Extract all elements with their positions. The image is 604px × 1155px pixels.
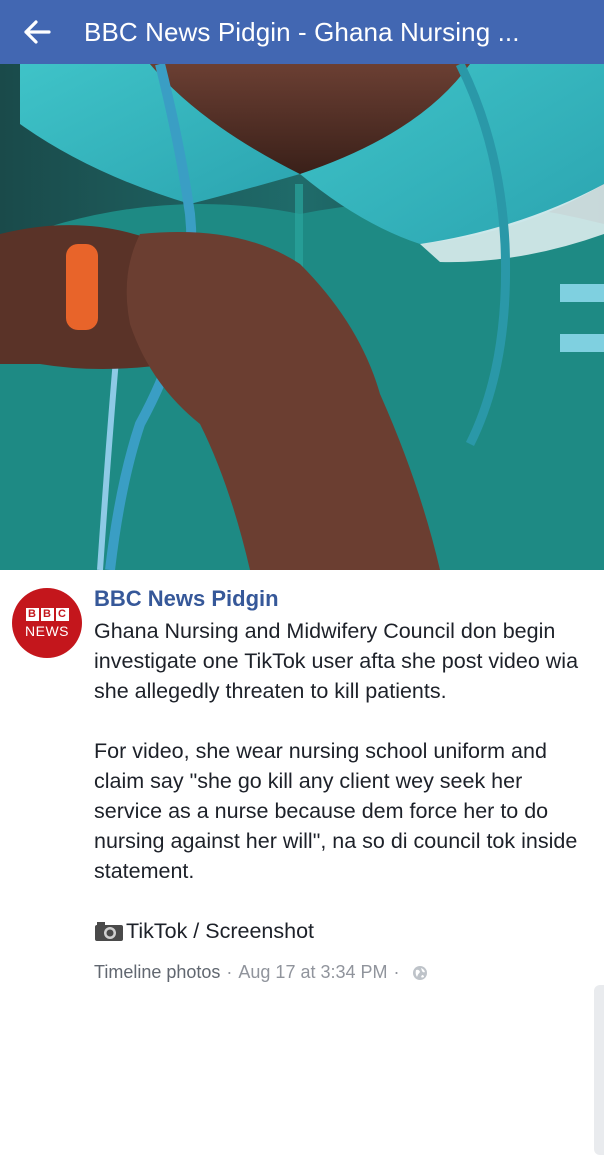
arrow-left-icon — [24, 20, 51, 44]
logo-letter: C — [55, 608, 69, 621]
globe-icon — [412, 965, 427, 980]
post-paragraph: For video, she wear nursing school unifo… — [94, 739, 578, 883]
back-button[interactable] — [0, 0, 74, 64]
post-photo[interactable] — [0, 64, 604, 570]
avatar[interactable]: B B C NEWS — [12, 588, 82, 658]
top-bar: BBC News Pidgin - Ghana Nursing ... — [0, 0, 604, 64]
post-meta: Timeline photos · Aug 17 at 3:34 PM · — [94, 962, 428, 983]
separator: · — [393, 962, 400, 982]
camera-icon — [95, 922, 123, 941]
logo-letter: B — [40, 608, 54, 621]
photo-caption: TikTok / Screenshot — [94, 916, 314, 946]
logo-word: NEWS — [25, 623, 69, 639]
post-paragraph: Ghana Nursing and Midwifery Council don … — [94, 619, 579, 703]
page-name-link[interactable]: BBC News Pidgin — [94, 586, 279, 612]
timestamp[interactable]: Aug 17 at 3:34 PM — [238, 962, 387, 983]
page-title: BBC News Pidgin - Ghana Nursing ... — [84, 16, 520, 47]
album-link[interactable]: Timeline photos — [94, 962, 220, 983]
scroll-handle[interactable] — [594, 985, 604, 1155]
logo-letter: B — [25, 608, 39, 621]
bbc-logo-blocks: B B C — [25, 608, 69, 621]
post-card: B B C NEWS BBC News Pidgin Ghana Nursing… — [0, 570, 604, 1155]
post-body: Ghana Nursing and Midwifery Council don … — [94, 616, 594, 886]
separator: · — [226, 962, 233, 982]
caption-text: TikTok / Screenshot — [126, 919, 314, 943]
nurse-uniform-image — [0, 64, 604, 570]
